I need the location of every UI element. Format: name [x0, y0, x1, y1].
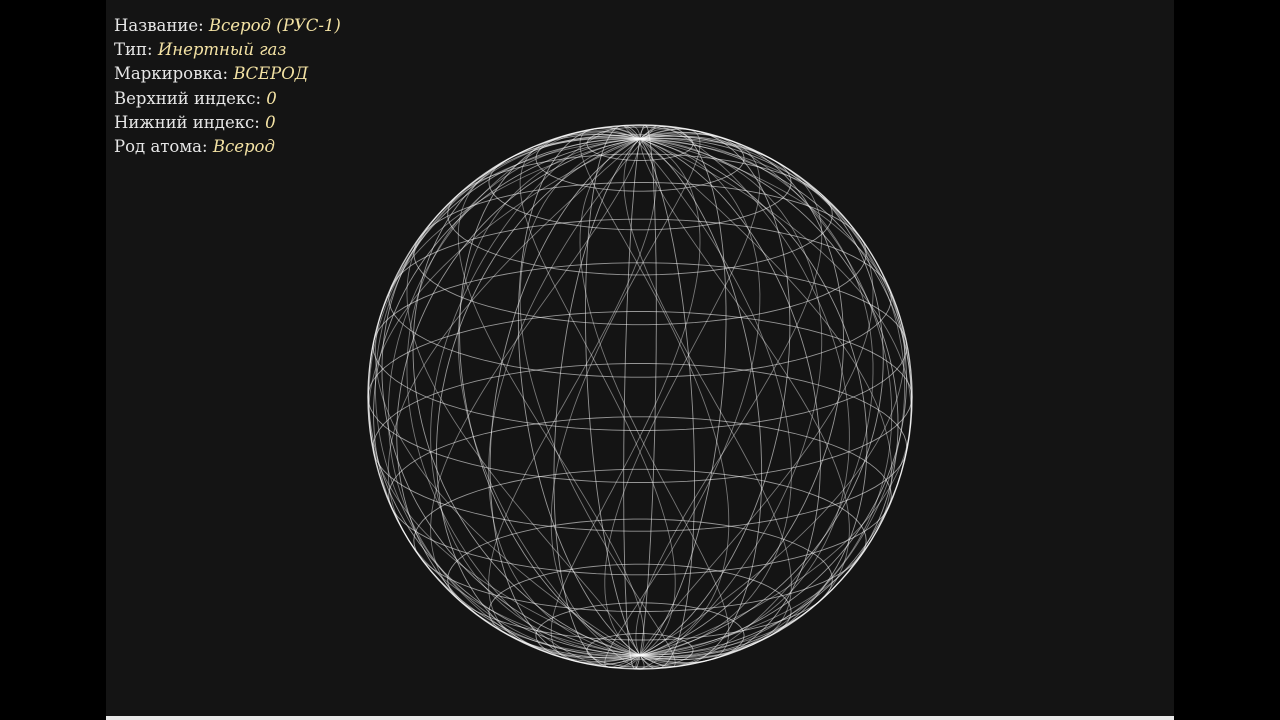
- type-label: Тип:: [114, 40, 153, 60]
- wire-diagonal-line: [639, 138, 906, 656]
- info-row-name: Название: Всерод (РУС-1): [114, 14, 341, 38]
- info-row-superscript: Верхний индекс: 0: [114, 87, 341, 111]
- atom-info-panel: Название: Всерод (РУС-1) Тип: Инертный г…: [114, 14, 341, 159]
- wire-longitude-line: [585, 125, 641, 656]
- wire-longitude-line: [381, 136, 641, 656]
- name-value: Всерод (РУС-1): [208, 16, 341, 35]
- info-row-subscript: Нижний индекс: 0: [114, 111, 341, 135]
- wire-diagonal-line: [550, 128, 701, 656]
- superscript-label: Верхний индекс:: [114, 88, 262, 108]
- name-label: Название:: [114, 16, 204, 35]
- superscript-value: 0: [266, 88, 277, 108]
- wire-latitude-line: [447, 518, 833, 641]
- type-value: Инертный газ: [157, 40, 287, 60]
- wire-diagonal-line: [639, 138, 912, 656]
- wire-diagonal-line: [368, 131, 641, 661]
- atom-kind-value: Всерод: [212, 137, 275, 157]
- wire-diagonal-line: [374, 135, 641, 665]
- wire-diagonal-line: [457, 137, 645, 656]
- wire-longitude-line: [459, 130, 641, 656]
- subscript-label: Нижний индекс:: [114, 112, 260, 132]
- info-row-type: Тип: Инертный газ: [114, 38, 341, 62]
- render-viewport[interactable]: Название: Всерод (РУС-1) Тип: Инертный г…: [106, 0, 1174, 716]
- wire-diagonal-line: [635, 137, 823, 656]
- wire-diagonal-line: [488, 124, 657, 656]
- wire-longitude-line: [368, 138, 641, 656]
- bottom-strip: [106, 716, 1174, 720]
- wire-longitude-line: [639, 138, 912, 656]
- wire-longitude-line: [639, 138, 695, 669]
- wire-latitude-line: [413, 468, 867, 612]
- wire-longitude-line: [639, 138, 899, 658]
- wire-diagonal-line: [639, 131, 912, 661]
- info-row-atom-kind: Род атома: Всерод: [114, 135, 341, 159]
- wire-diagonal-line: [579, 138, 730, 664]
- wire-diagonal-line: [604, 138, 761, 668]
- atom-kind-label: Род атома:: [114, 137, 208, 157]
- wire-diagonal-line: [374, 138, 641, 656]
- marking-label: Маркировка:: [114, 64, 229, 84]
- letterbox-right: [1174, 0, 1280, 720]
- wire-latitude-line: [367, 311, 913, 483]
- subscript-value: 0: [265, 112, 276, 132]
- letterbox-left: [0, 0, 106, 720]
- wire-longitude-line: [553, 138, 641, 669]
- wire-diagonal-line: [368, 138, 641, 656]
- wire-diagonal-line: [519, 138, 676, 668]
- wire-diagonal-line: [623, 124, 792, 656]
- wire-longitude-line: [517, 127, 641, 656]
- wire-diagonal-line: [488, 138, 657, 658]
- wire-diagonal-line: [623, 138, 792, 658]
- info-row-marking: Маркировка: ВСЕРОД: [114, 62, 341, 86]
- wire-longitude-line: [639, 138, 821, 664]
- marking-value: ВСЕРОД: [233, 64, 309, 84]
- wire-longitude-line: [623, 138, 641, 670]
